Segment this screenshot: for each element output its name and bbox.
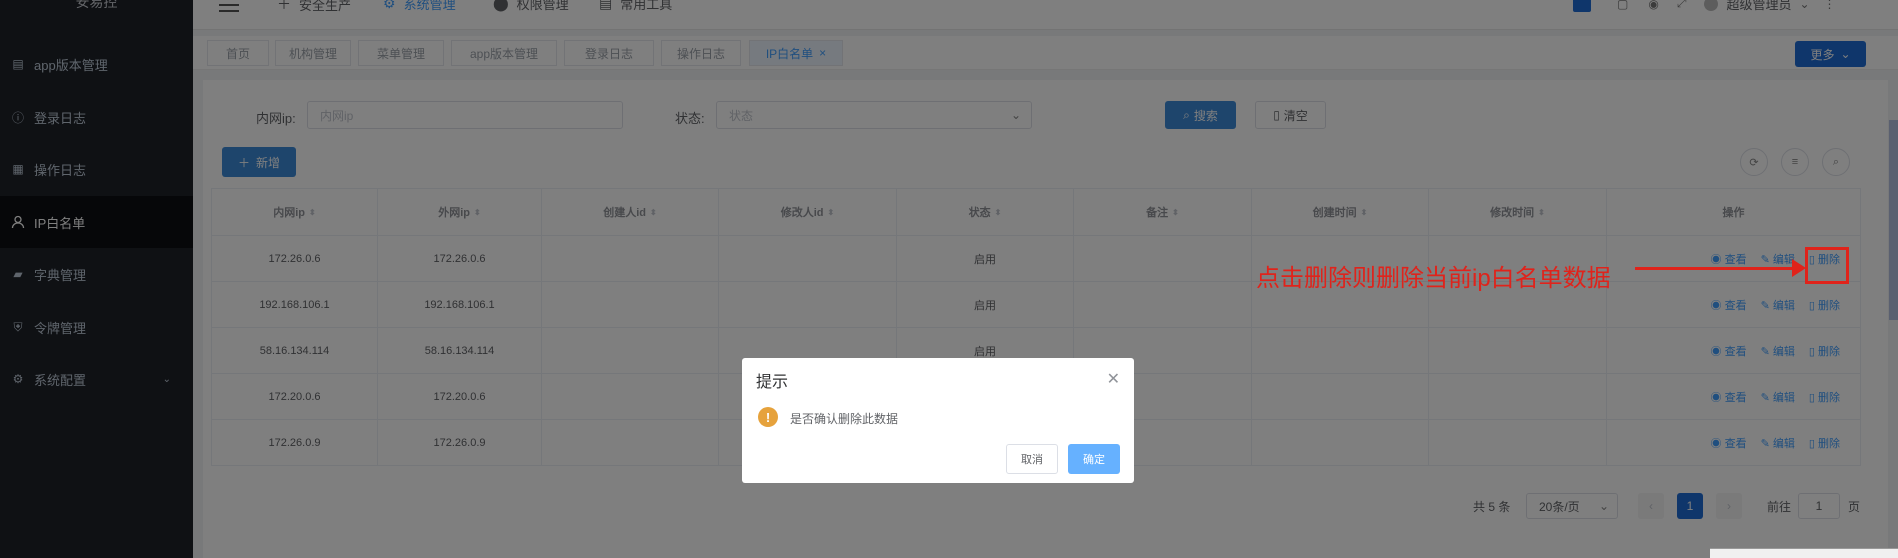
scrollbar[interactable] (1889, 120, 1898, 320)
annotation-highlight-box (1805, 247, 1849, 284)
confirm-button[interactable]: 确定 (1068, 444, 1120, 474)
dialog-title: 提示 (756, 374, 789, 391)
close-icon[interactable]: ✕ (1107, 369, 1120, 389)
annotation-text: 点击删除则删除当前ip白名单数据 (1256, 265, 1611, 292)
warning-icon: ! (758, 407, 778, 427)
corner-widget (1710, 548, 1898, 558)
annotation-arrowhead (1792, 259, 1806, 277)
cancel-button[interactable]: 取消 (1006, 444, 1058, 474)
annotation-arrow (1635, 267, 1797, 270)
confirm-dialog: 提示 ✕ ! 是否确认删除此数据 取消 确定 (742, 358, 1134, 483)
dialog-message: 是否确认删除此数据 (790, 412, 899, 426)
app-root: 安易控 ▤ app版本管理 ⓘ 登录日志 ▦ 操作日志 IP白名单 ▰ 字典管理… (0, 0, 1898, 558)
